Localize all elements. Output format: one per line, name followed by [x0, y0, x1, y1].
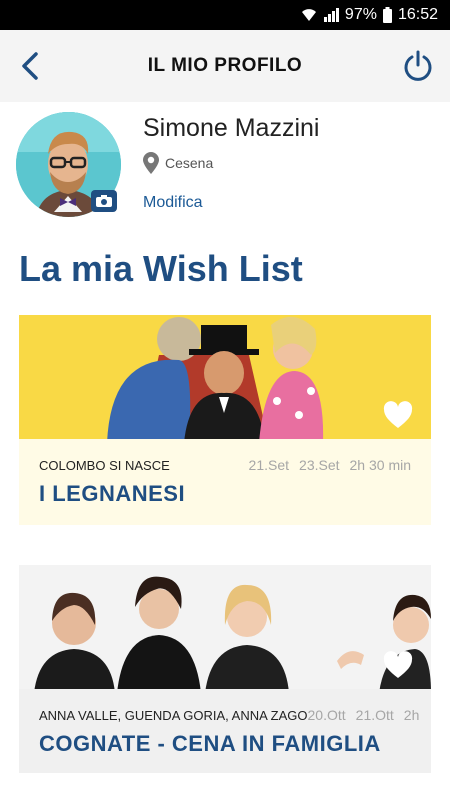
show-image	[19, 565, 431, 693]
change-photo-button[interactable]	[91, 190, 117, 212]
show-date-start: 20.Ott	[307, 707, 346, 723]
card-info: COLOMBO SI NASCE 21.Set 23.Set 2h 30 min…	[19, 439, 431, 525]
show-dates: 20.Ott 21.Ott 2h	[308, 707, 420, 723]
show-duration: 2h	[403, 707, 420, 723]
battery-icon	[382, 7, 392, 23]
wishlist-card[interactable]: COLOMBO SI NASCE 21.Set 23.Set 2h 30 min…	[19, 315, 431, 525]
wishlist-card[interactable]: ANNA VALLE, GUENDA GORIA, ANNA ZAGO 20.O…	[19, 565, 431, 773]
show-subtitle: ANNA VALLE, GUENDA GORIA, ANNA ZAGO	[39, 707, 308, 723]
card-info: ANNA VALLE, GUENDA GORIA, ANNA ZAGO 20.O…	[19, 689, 431, 773]
show-title: I LEGNANESI	[39, 481, 186, 506]
edit-profile-link[interactable]: Modifica	[143, 194, 203, 212]
page-title: IL MIO PROFILO	[147, 55, 303, 76]
show-title: COGNATE - CENA IN FAMIGLIA	[39, 731, 381, 756]
clock: 16:52	[397, 6, 438, 23]
heart-icon[interactable]	[383, 651, 413, 679]
app-bar: IL MIO PROFILO	[0, 30, 450, 102]
wifi-icon	[301, 8, 317, 22]
status-bar: 97% 16:52	[0, 0, 450, 30]
show-date-start: 21.Set	[248, 457, 290, 473]
battery-percent: 97%	[344, 6, 377, 23]
heart-icon[interactable]	[383, 401, 413, 429]
show-date-end: 21.Ott	[355, 707, 394, 723]
wishlist-title: La mia Wish List	[19, 248, 303, 289]
power-icon	[404, 50, 432, 81]
back-button[interactable]	[12, 48, 48, 84]
profile-header: Simone Mazzini Cesena Modifica	[0, 102, 450, 230]
show-date-end: 23.Set	[299, 457, 340, 473]
camera-icon	[96, 195, 112, 207]
location-pin-icon	[143, 152, 159, 174]
back-icon	[22, 52, 38, 80]
card-meta: COLOMBO SI NASCE 21.Set 23.Set 2h 30 min	[39, 457, 411, 473]
signal-icon	[323, 8, 339, 22]
show-image	[19, 315, 431, 443]
show-dates: 21.Set 23.Set 2h 30 min	[249, 457, 411, 473]
logout-button[interactable]	[398, 46, 438, 86]
user-city: Cesena	[165, 155, 214, 171]
card-meta: ANNA VALLE, GUENDA GORIA, ANNA ZAGO 20.O…	[39, 707, 419, 723]
show-duration: 2h 30 min	[349, 457, 411, 473]
user-name: Simone Mazzini	[143, 114, 320, 142]
location-row: Cesena	[143, 152, 213, 174]
show-subtitle: COLOMBO SI NASCE	[39, 457, 170, 473]
